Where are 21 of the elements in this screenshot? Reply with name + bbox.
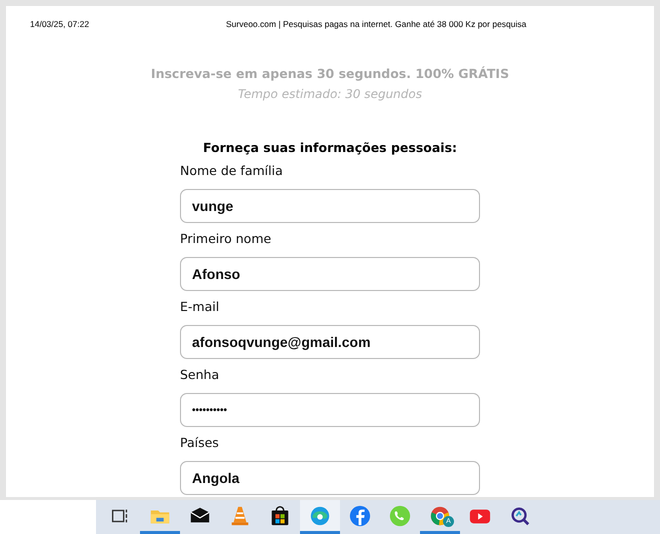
- field-label: Primeiro nome: [180, 231, 272, 248]
- magnifier-icon: [509, 504, 531, 526]
- field-label: Países: [180, 435, 220, 452]
- input-field[interactable]: Angola: [180, 461, 480, 495]
- traffic-cone-icon: [229, 504, 251, 526]
- print-date: 14/03/25, 07:22: [30, 19, 90, 29]
- signup-tagline: Inscreva-se em apenas 30 segundos. 100% GRÁTIS: [150, 66, 510, 81]
- form-heading: Forneça suas informações pessoais:: [202, 140, 458, 155]
- input-field[interactable]: vunge: [180, 189, 480, 223]
- field-label: Nome de família: [180, 163, 284, 180]
- browser-icon: [309, 504, 331, 526]
- facebook-icon: [349, 504, 371, 526]
- field-label: E-mail: [180, 299, 220, 316]
- password-field[interactable]: ••••••••••: [180, 393, 480, 427]
- time-estimate: Tempo estimado: 30 segundos: [238, 87, 422, 101]
- field-label: Senha: [180, 367, 220, 384]
- whatsapp-icon: [389, 504, 411, 526]
- shopping-bag-icon: [269, 504, 291, 526]
- input-field[interactable]: Afonso: [180, 257, 480, 291]
- input-field[interactable]: afonsoqvunge@gmail.com: [180, 325, 480, 359]
- page-title: Surveoo.com | Pesquisas pagas na internet. Ganhe até 38 000 Kz por pesquisa: [226, 19, 526, 29]
